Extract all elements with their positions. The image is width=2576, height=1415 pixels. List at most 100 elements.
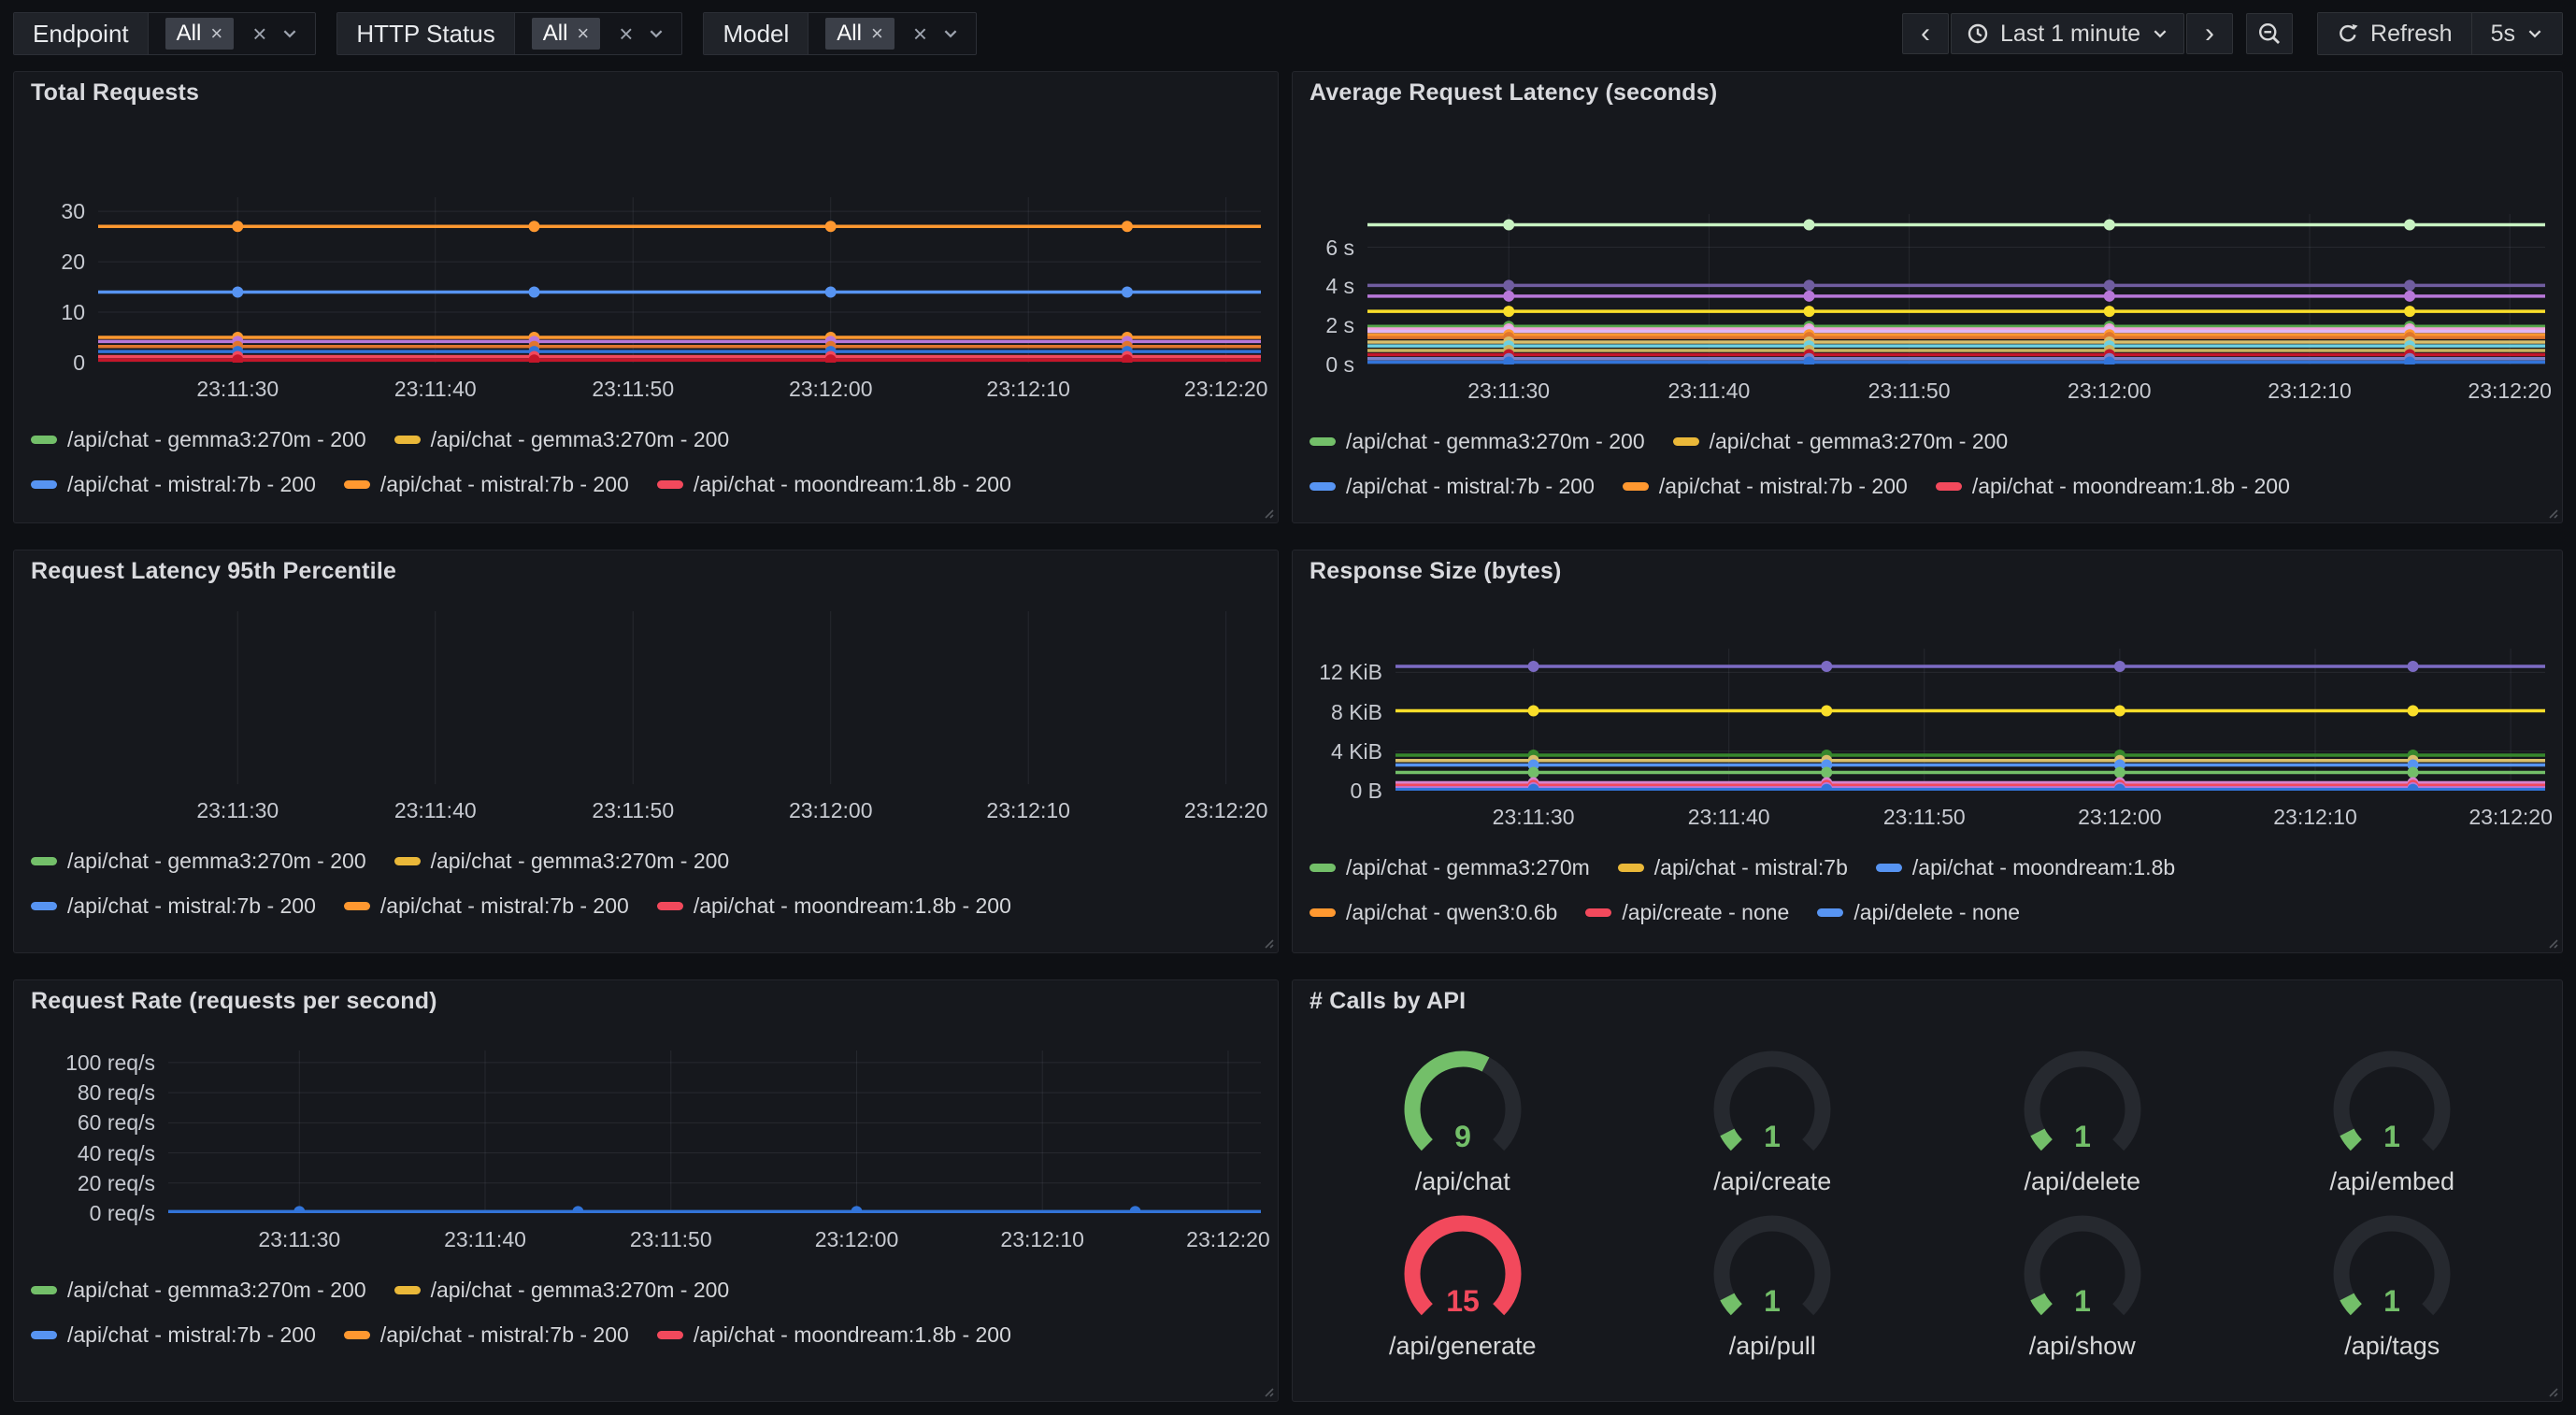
panel-body: 12 KiB8 KiB4 KiB0 B23:11:3023:11:4023:11… [1293,550,2562,952]
remove-tag-icon[interactable]: × [871,21,883,46]
panel-body: 6 s4 s2 s0 s23:11:3023:11:4023:11:5023:1… [1293,72,2562,522]
legend-item[interactable]: /api/chat - moondream:1.8b - 200 [1936,474,2290,499]
chevron-down-icon[interactable] [648,25,665,42]
panel-resize-handle[interactable] [2545,1384,2559,1398]
legend-item[interactable]: /api/chat - mistral:7b - 200 [31,893,316,919]
x-axis-label: 23:12:20 [2426,804,2576,830]
legend-swatch [657,1331,683,1339]
legend-swatch [344,480,370,489]
chevron-down-icon [2526,25,2543,42]
data-point [2114,766,2125,778]
data-point [1821,766,1832,778]
data-point [2104,291,2115,302]
legend-item[interactable]: /api/chat - moondream:1.8b - 200 [657,893,1011,919]
refresh-interval-picker[interactable]: 5s [2471,13,2562,54]
legend-item[interactable]: /api/chat - gemma3:270m - 200 [1309,429,1645,454]
y-axis-label: 10 [14,298,85,326]
filter-model-pill[interactable]: All × [825,18,894,50]
legend-label: /api/chat - moondream:1.8b - 200 [694,893,1011,919]
legend-swatch [1585,908,1611,917]
time-shift-forward-button[interactable]: › [2186,13,2233,54]
data-point [1804,306,1815,317]
legend-label: /api/create - none [1622,900,1789,925]
legend-item[interactable]: /api/chat - gemma3:270m - 200 [1673,429,2009,454]
legend-item[interactable]: /api/create - none [1585,900,1789,925]
legend-item[interactable]: /api/chat - mistral:7b - 200 [344,472,629,497]
x-axis-label: 23:11:40 [1645,804,1813,830]
filter-endpoint-pill[interactable]: All × [165,18,235,50]
gauge-label: /api/embed [2329,1167,2454,1196]
legend-item[interactable]: /api/chat - gemma3:270m - 200 [394,849,730,874]
y-axis-label: 6 s [1293,234,1354,262]
chart-plot[interactable] [98,197,1261,363]
gauge-fill [2038,1297,2047,1310]
x-axis-label: 23:12:10 [2231,804,2399,830]
chart-plot[interactable] [1367,214,2545,364]
legend-item[interactable]: /api/chat - mistral:7b - 200 [344,1322,629,1348]
legend-item[interactable]: /api/chat - moondream:1.8b [1876,855,2175,880]
chevron-down-icon[interactable] [281,25,298,42]
legend-item[interactable]: /api/chat - moondream:1.8b - 200 [657,1322,1011,1348]
filter-endpoint-value[interactable]: All × × [149,13,316,54]
panel-resize-handle[interactable] [1261,936,1275,950]
gauge-grid: 9/api/chat1/api/create1/api/delete1/api/… [1308,1036,2547,1365]
legend-item[interactable]: /api/chat - gemma3:270m - 200 [394,427,730,452]
clear-filter-icon[interactable]: × [619,21,633,46]
data-point [2408,661,2419,672]
filter-endpoint-pill-text: All [177,21,202,47]
legend-item[interactable]: /api/chat - mistral:7b - 200 [1623,474,1908,499]
legend-item[interactable]: /api/chat - gemma3:270m - 200 [31,427,366,452]
chart-plot[interactable] [98,611,1261,784]
legend-item[interactable]: /api/chat - gemma3:270m - 200 [31,849,366,874]
panel-resize-handle[interactable] [2545,936,2559,950]
x-axis-label: 23:12:20 [1142,797,1310,823]
legend-item[interactable]: /api/chat - mistral:7b - 200 [344,893,629,919]
remove-tag-icon[interactable]: × [577,21,589,46]
clear-filter-icon[interactable]: × [252,21,266,46]
legend-item[interactable]: /api/chat - mistral:7b - 200 [31,1322,316,1348]
refresh-button[interactable]: Refresh [2318,13,2471,54]
x-axis-label: 23:12:00 [2025,378,2194,404]
panel-calls-by-api: # Calls by API 9/api/chat1/api/create1/a… [1292,979,2563,1402]
legend-item[interactable]: /api/chat - moondream:1.8b - 200 [657,472,1011,497]
legend-item[interactable]: /api/chat - qwen3:0.6b [1309,900,1557,925]
legend-swatch [1618,864,1644,872]
chevron-down-icon[interactable] [942,25,959,42]
legend-item[interactable]: /api/chat - mistral:7b - 200 [31,472,316,497]
clear-filter-icon[interactable]: × [913,21,927,46]
data-point [232,221,243,232]
chart-plot[interactable] [168,1051,1261,1213]
legend-label: /api/chat - mistral:7b - 200 [67,1322,316,1348]
legend-item[interactable]: /api/chat - mistral:7b [1618,855,1848,880]
legend-item[interactable]: /api/chat - gemma3:270m [1309,855,1590,880]
legend-swatch [1309,482,1336,491]
panel-avg-request-latency: Average Request Latency (seconds) 6 s4 s… [1292,71,2563,523]
legend-label: /api/chat - gemma3:270m [1346,855,1590,880]
panel-resize-handle[interactable] [1261,506,1275,520]
x-axis-label: 23:12:10 [2225,378,2394,404]
time-range-picker[interactable]: Last 1 minute [1951,13,2184,54]
legend-item[interactable]: /api/delete - none [1817,900,2020,925]
chart-plot[interactable] [1395,649,2545,791]
x-axis-label: 23:11:40 [401,1226,569,1252]
filter-model-value[interactable]: All × × [809,13,976,54]
data-point [1804,291,1815,302]
legend-item[interactable]: /api/chat - mistral:7b - 200 [1309,474,1595,499]
clock-icon [1967,22,1989,45]
remove-tag-icon[interactable]: × [210,21,222,46]
time-shift-back-button[interactable]: ‹ [1902,13,1949,54]
gauge: 9/api/chat [1383,1036,1542,1201]
data-point [1503,291,1514,302]
legend-swatch [31,436,57,444]
legend-item[interactable]: /api/chat - gemma3:270m - 200 [394,1278,730,1303]
gauge-label: /api/show [2029,1332,2136,1361]
x-axis-label: 23:11:40 [351,797,520,823]
legend-item[interactable]: /api/chat - gemma3:270m - 200 [31,1278,366,1303]
panel-resize-handle[interactable] [2545,506,2559,520]
filter-http-status: HTTP Status All × × [336,12,682,55]
filter-http-status-value[interactable]: All × × [515,13,682,54]
panel-resize-handle[interactable] [1261,1384,1275,1398]
zoom-out-time-button[interactable] [2246,13,2293,54]
filter-http-status-pill[interactable]: All × [532,18,601,50]
gauge-fill [1727,1297,1737,1310]
